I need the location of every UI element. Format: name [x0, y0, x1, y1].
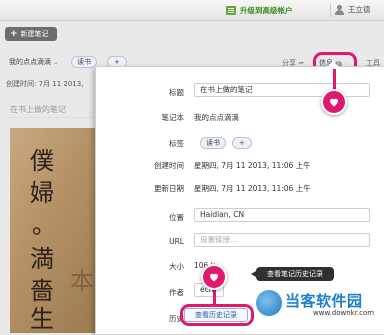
url-input[interactable]: 设置链接... [194, 233, 370, 247]
watermark-logo-icon [256, 290, 282, 316]
popup-pointer [327, 61, 339, 67]
calligraphy-char: 婦 [30, 179, 54, 207]
tag-chip[interactable]: 读书 [71, 56, 97, 68]
calligraphy-char: 僕 [30, 147, 54, 175]
calligraphy-char: 本 [70, 267, 94, 295]
notebook-value: 我的点点滴滴 [194, 113, 239, 122]
new-note-button[interactable]: + 新建笔记 [5, 27, 57, 41]
history-label: 历史 [169, 314, 184, 323]
calligraphy-char: 。 [32, 211, 56, 239]
updated-label: 更新日期 [154, 184, 184, 193]
location-input[interactable]: Haidian, CN [194, 208, 370, 222]
username: 王立德 [348, 5, 371, 14]
location-label: 位置 [169, 213, 184, 222]
updated-value: 星期四, 7月 11 2013, 11:06 上午 [194, 184, 311, 193]
created-date: 创建时间: 7月 11 2013, [6, 80, 84, 88]
calligraphy-char: 嗇 [30, 277, 54, 305]
topbar-divider [330, 3, 331, 17]
created-value: 星期四, 7月 11 2013, 11:06 上午 [194, 161, 311, 170]
upgrade-label: 升级到高级帐户 [240, 5, 293, 15]
watermark-brand: 当客软件园 [285, 292, 363, 310]
chevron-down-icon: ⌄ [53, 58, 59, 66]
add-tag-button[interactable]: + [232, 137, 252, 149]
note-meta-row: 创建时间: 7月 11 2013, [0, 76, 96, 90]
upgrade-icon [226, 5, 236, 15]
tags-label: 标签 [169, 139, 184, 148]
tag-chip[interactable]: 读书 [200, 137, 226, 149]
notebook-name: 我的点点滴滴 [9, 58, 51, 66]
watermark-url: www.downkr.com [313, 309, 375, 317]
calligraphy-char: 生 [30, 305, 54, 333]
notebook-selector[interactable]: 我的点点滴滴 ⌄ [9, 57, 59, 67]
calligraphy-char: 満 [30, 245, 54, 273]
size-label: 大小 [169, 262, 184, 271]
new-note-label: 新建笔记 [20, 30, 49, 38]
history-highlight-ring [180, 304, 254, 326]
top-bar: 升级到高级帐户 王立德 [0, 0, 384, 21]
url-label: URL [169, 237, 184, 246]
created-label: 创建时间 [154, 161, 184, 170]
heart-callout-icon [321, 89, 347, 115]
plus-icon: + [10, 29, 18, 39]
title-label: 标题 [169, 88, 184, 97]
callout-stem [333, 69, 336, 91]
author-label: 作者 [169, 288, 184, 297]
history-tooltip: 查看笔记历史记录 [251, 267, 334, 281]
heart-callout-icon [201, 264, 227, 290]
note-photo: 僕 婦 。 満 嗇 生 本 [10, 128, 98, 333]
note-title[interactable]: 在书上做的笔记 [10, 104, 66, 115]
user-icon [335, 4, 344, 15]
note-divider [8, 117, 93, 118]
notebook-label: 笔记本 [161, 113, 185, 122]
upgrade-link[interactable]: 升级到高级帐户 [226, 4, 293, 16]
user-menu[interactable]: 王立德 [335, 4, 371, 15]
